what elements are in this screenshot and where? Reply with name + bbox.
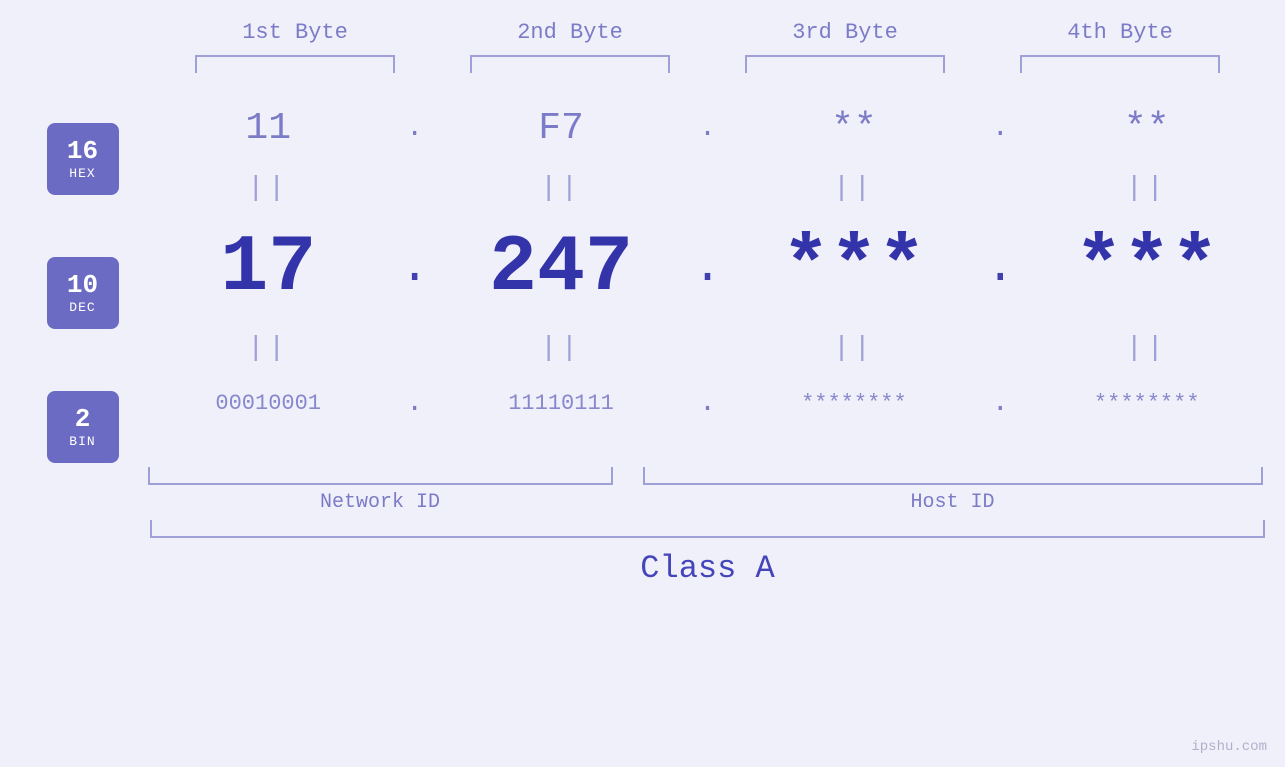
bin-cell-4: ******** [1037, 391, 1257, 416]
hex-dot-2: . [692, 113, 722, 144]
host-id-section: Host ID [643, 467, 1263, 514]
bin-cell-1: 00010001 [158, 391, 378, 416]
badges-column: 16 HEX 10 DEC 2 BIN [18, 93, 148, 463]
top-bracket-4 [1020, 55, 1220, 73]
hex-row: 11 . F7 . ** . ** [148, 93, 1268, 163]
sep-1-4: || [1037, 173, 1257, 204]
dec-dot-3: . [985, 244, 1015, 292]
sep-2-4: || [1037, 333, 1257, 364]
dec-cell-1: 17 [158, 223, 378, 314]
values-grid: 11 . F7 . ** . ** || || || || 17 [148, 93, 1268, 433]
watermark: ipshu.com [1191, 739, 1267, 755]
bin-cell-2: 11110111 [451, 391, 671, 416]
bin-dot-1: . [400, 388, 430, 419]
sep-2-3: || [744, 333, 964, 364]
dec-cell-2: 247 [451, 223, 671, 314]
badge-dec: 10 DEC [47, 257, 119, 329]
top-bracket-3 [745, 55, 945, 73]
byte-headers-row: 1st Byte 2nd Byte 3rd Byte 4th Byte [158, 20, 1258, 45]
hex-cell-2: F7 [451, 107, 671, 150]
top-bracket-1 [195, 55, 395, 73]
dec-dot-2: . [692, 244, 722, 292]
badge-hex: 16 HEX [47, 123, 119, 195]
hex-dot-1: . [400, 113, 430, 144]
network-id-label: Network ID [148, 491, 613, 514]
sep-2-1: || [158, 333, 378, 364]
sep-row-2: || || || || [148, 323, 1268, 373]
dec-row: 17 . 247 . *** . *** [148, 213, 1268, 323]
bottom-brackets-container: Network ID Host ID [148, 467, 1268, 514]
sep-1-3: || [744, 173, 964, 204]
main-container: 1st Byte 2nd Byte 3rd Byte 4th Byte 16 H… [0, 0, 1285, 767]
hex-dot-3: . [985, 113, 1015, 144]
full-bottom-bracket [150, 520, 1265, 538]
class-section: Class A [148, 520, 1268, 587]
host-id-label: Host ID [643, 491, 1263, 514]
byte-header-3: 3rd Byte [735, 20, 955, 45]
hex-cell-4: ** [1037, 107, 1257, 150]
class-label: Class A [148, 550, 1268, 587]
bin-dot-2: . [692, 388, 722, 419]
bin-dot-3: . [985, 388, 1015, 419]
badge-bin: 2 BIN [47, 391, 119, 463]
network-id-section: Network ID [148, 467, 613, 514]
dec-cell-3: *** [744, 223, 964, 314]
top-bracket-row [158, 55, 1258, 73]
byte-header-4: 4th Byte [1010, 20, 1230, 45]
bin-cell-3: ******** [744, 391, 964, 416]
hex-cell-3: ** [744, 107, 964, 150]
sep-1-1: || [158, 173, 378, 204]
bin-row: 00010001 . 11110111 . ******** . *******… [148, 373, 1268, 433]
sep-row-1: || || || || [148, 163, 1268, 213]
top-bracket-2 [470, 55, 670, 73]
sep-1-2: || [451, 173, 671, 204]
network-bracket [148, 467, 613, 485]
dec-cell-4: *** [1037, 223, 1257, 314]
byte-header-2: 2nd Byte [460, 20, 680, 45]
host-bracket [643, 467, 1263, 485]
dec-dot-1: . [400, 244, 430, 292]
byte-header-1: 1st Byte [185, 20, 405, 45]
hex-cell-1: 11 [158, 107, 378, 150]
sep-2-2: || [451, 333, 671, 364]
